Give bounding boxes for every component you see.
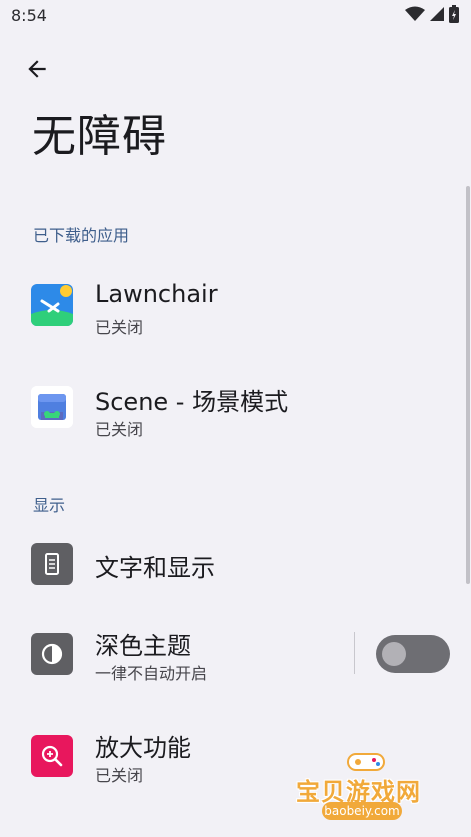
scrollbar[interactable] xyxy=(466,186,470,584)
status-time: 8:54 xyxy=(11,6,47,25)
wifi-icon xyxy=(405,6,425,21)
list-item-lawnchair[interactable]: Lawnchair 已关闭 xyxy=(0,258,462,354)
arrow-back-icon xyxy=(28,60,46,78)
divider xyxy=(354,632,355,674)
list-item-title: 放大功能 xyxy=(95,734,191,762)
list-item-text-and-display[interactable]: 文字和显示 xyxy=(0,516,462,612)
list-item-scene[interactable]: Scene - 场景模式 已关闭 xyxy=(0,360,462,456)
list-item-title: Scene - 场景模式 xyxy=(95,388,289,416)
watermark-logo: 宝贝游戏网 baobeiy.com xyxy=(292,748,442,828)
list-item-subtitle: 已关闭 xyxy=(95,766,144,785)
accessibility-screen: 8:54 无障碍 已下载的应用 Lawnchair 已关闭 Scene - 场景… xyxy=(0,0,471,837)
gamepad-icon xyxy=(347,753,385,771)
status-icons xyxy=(405,5,459,23)
list-item-subtitle: 一律不自动开启 xyxy=(95,664,208,683)
list-item-title: Lawnchair xyxy=(95,280,218,308)
list-item-title: 文字和显示 xyxy=(95,554,215,582)
lawnchair-app-icon xyxy=(31,284,73,326)
list-item-title: 深色主题 xyxy=(95,632,191,660)
watermark-url: baobeiy.com xyxy=(322,802,402,820)
status-bar: 8:54 xyxy=(0,0,471,32)
dark-theme-toggle[interactable] xyxy=(376,635,450,673)
battery-icon xyxy=(449,5,459,23)
list-item-subtitle: 已关闭 xyxy=(95,318,144,337)
dark-theme-icon xyxy=(31,633,73,675)
section-header-display: 显示 xyxy=(33,496,66,515)
scene-app-icon xyxy=(31,386,73,428)
page-title: 无障碍 xyxy=(32,111,167,162)
magnification-icon xyxy=(31,735,73,777)
list-item-subtitle: 已关闭 xyxy=(95,420,144,439)
text-display-icon xyxy=(31,543,73,585)
section-header-downloaded-apps: 已下载的应用 xyxy=(33,226,130,245)
toggle-thumb xyxy=(382,642,406,666)
signal-icon xyxy=(430,7,444,21)
back-button[interactable] xyxy=(20,52,54,86)
